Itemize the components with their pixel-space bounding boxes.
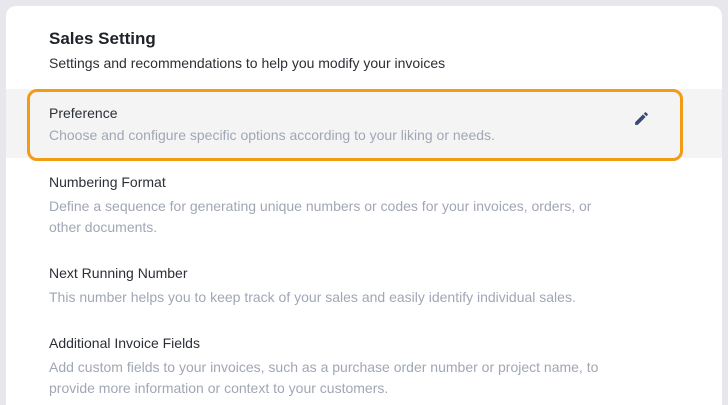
setting-item-description: This number helps you to keep track of y… — [49, 289, 576, 305]
setting-item-title: Additional Invoice Fields — [49, 335, 200, 351]
setting-item-description: Add custom fields to your invoices, such… — [49, 359, 599, 396]
setting-item-description: Define a sequence for generating unique … — [49, 198, 592, 235]
setting-item-numbering-format[interactable]: Numbering Format Define a sequence for g… — [6, 173, 722, 238]
setting-item-title: Preference — [49, 105, 118, 121]
pencil-icon — [634, 111, 648, 125]
setting-item-preference[interactable]: Preference Choose and configure specific… — [6, 89, 722, 158]
setting-item-additional-invoice-fields[interactable]: Additional Invoice Fields Add custom fie… — [6, 334, 722, 399]
edit-preference-button[interactable] — [630, 107, 652, 129]
setting-item-description: Choose and configure specific options ac… — [49, 127, 495, 143]
setting-item-title: Next Running Number — [49, 265, 188, 281]
panel-header: Sales Setting Settings and recommendatio… — [49, 29, 445, 72]
page-title: Sales Setting — [49, 29, 156, 48]
setting-item-title: Numbering Format — [49, 174, 166, 190]
setting-item-next-running-number[interactable]: Next Running Number This number helps yo… — [6, 264, 722, 308]
sales-setting-panel: Sales Setting Settings and recommendatio… — [6, 6, 722, 405]
page-subtitle: Settings and recommendations to help you… — [49, 55, 446, 71]
